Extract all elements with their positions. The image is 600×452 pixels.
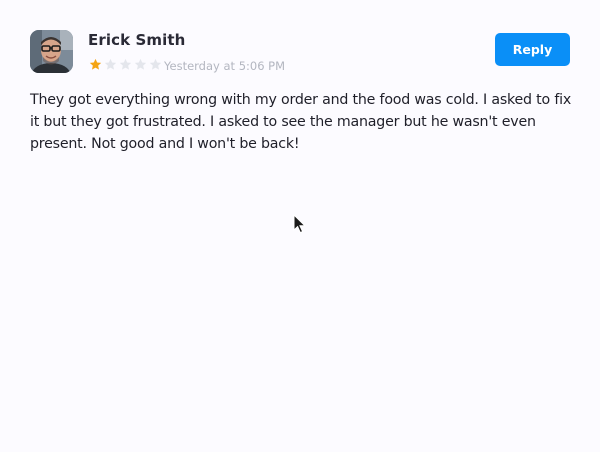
reviewer-name: Erick Smith <box>88 31 186 49</box>
star-rating <box>89 58 162 72</box>
review-timestamp: Yesterday at 5:06 PM <box>164 59 286 73</box>
star-icon <box>119 58 132 70</box>
review-text: They got everything wrong with my order … <box>30 92 572 152</box>
avatar <box>30 30 73 73</box>
star-icon <box>89 58 102 70</box>
star-icon <box>149 58 162 70</box>
review-card: Erick Smith Yesterday at 5:06 PM Reply T… <box>0 0 600 452</box>
reply-button[interactable]: Reply <box>495 33 570 66</box>
mouse-cursor-icon <box>293 214 307 234</box>
star-icon <box>104 58 117 70</box>
star-icon <box>134 58 147 70</box>
